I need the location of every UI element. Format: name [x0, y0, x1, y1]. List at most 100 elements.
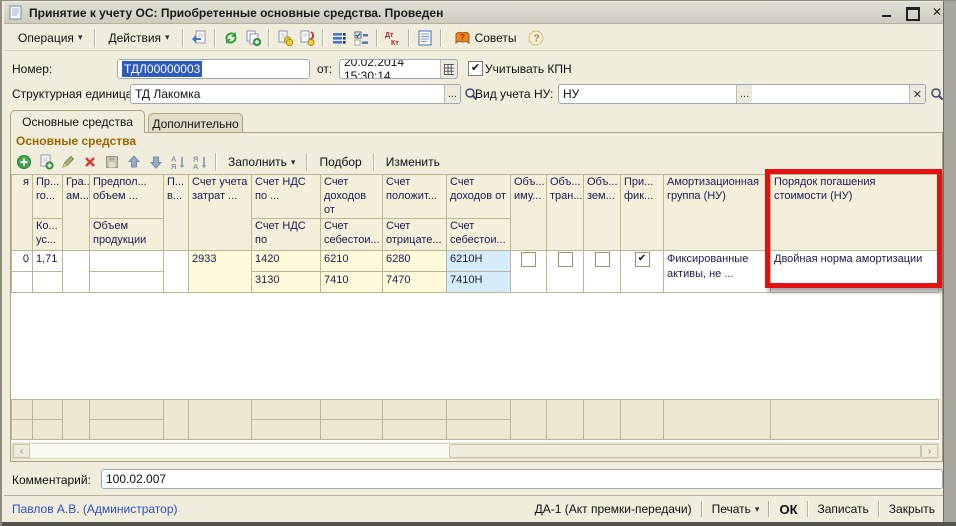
- unit-label: Структурная единица:: [12, 87, 136, 101]
- grid-cell[interactable]: 1,71: [33, 251, 63, 272]
- maximize-button[interactable]: [903, 4, 921, 20]
- header-cell: Объ... иму...: [511, 175, 547, 251]
- grid-cell[interactable]: 0: [12, 251, 33, 272]
- grid-cell[interactable]: [12, 272, 33, 293]
- comment-label: Комментарий:: [12, 473, 91, 487]
- main-toolbar: Операция▾ Действия▾: [4, 25, 946, 51]
- sort-asc-icon[interactable]: АЯ: [168, 152, 188, 172]
- comment-input[interactable]: 100.02.007: [101, 469, 943, 489]
- grid-cell[interactable]: [33, 272, 63, 293]
- scrollbar-thumb[interactable]: [449, 444, 921, 458]
- write-close-icon[interactable]: [189, 28, 209, 48]
- copy-row-icon[interactable]: [36, 152, 56, 172]
- dt-kt-icon[interactable]: ДтКт: [383, 28, 403, 48]
- scroll-right-icon: ›: [928, 446, 931, 457]
- fixed-assets-grid[interactable]: я Пр... го... Гра... ам... Предпол... об…: [11, 174, 940, 442]
- ok-button[interactable]: ОК: [770, 502, 806, 517]
- privileged-checkbox[interactable]: ✔: [635, 252, 650, 267]
- set-marks-icon[interactable]: [351, 28, 371, 48]
- totals-cell: [321, 400, 383, 420]
- totals-cell: [621, 400, 664, 440]
- operation-menu-button[interactable]: Операция▾: [10, 27, 90, 49]
- close-window-button[interactable]: Закрыть: [880, 502, 944, 516]
- header-cell: Счет себестои...: [447, 219, 511, 251]
- delete-row-icon[interactable]: [80, 152, 100, 172]
- help-icon[interactable]: ?: [526, 28, 546, 48]
- footer-buttons: ДА-1 (Акт премки-передачи) Печать▾ ОК За…: [526, 496, 944, 522]
- grid-cell[interactable]: Двойная норма амортизации: [771, 251, 939, 293]
- grid-cell[interactable]: 6210: [321, 251, 383, 272]
- document-movements-icon[interactable]: [329, 28, 349, 48]
- header-cell: Счет учета затрат ...: [189, 175, 252, 251]
- horizontal-scrollbar[interactable]: ‹ ›: [12, 443, 939, 459]
- grid-cell[interactable]: 6280: [383, 251, 447, 272]
- nu-kind-value: НУ: [563, 87, 579, 101]
- minimize-button[interactable]: [878, 4, 896, 20]
- grid-cell[interactable]: [90, 251, 164, 272]
- totals-cell: [383, 400, 447, 420]
- toolbar-separator: [94, 29, 96, 47]
- date-value: 20.02.2014 15:30:14: [344, 59, 440, 79]
- da1-act-button[interactable]: ДА-1 (Акт премки-передачи): [526, 502, 701, 516]
- totals-cell: [90, 420, 164, 440]
- toolbar-separator: [322, 29, 324, 47]
- copy-new-icon[interactable]: [243, 28, 263, 48]
- grid-cell[interactable]: 7470: [383, 272, 447, 293]
- grid-cell[interactable]: 6210Н: [447, 251, 511, 272]
- number-input[interactable]: ТДЛ00000003: [117, 59, 310, 79]
- number-value: ТДЛ00000003: [122, 61, 202, 77]
- kpn-checkbox[interactable]: ✔: [468, 61, 483, 76]
- transport-object-checkbox[interactable]: [558, 252, 573, 267]
- property-object-checkbox[interactable]: [521, 252, 536, 267]
- land-object-checkbox[interactable]: [595, 252, 610, 267]
- save-button[interactable]: Записать: [809, 502, 878, 516]
- scroll-left-button[interactable]: ‹: [13, 444, 30, 458]
- totals-cell: [164, 400, 189, 440]
- change-button[interactable]: Изменить: [379, 152, 447, 172]
- tab-additional[interactable]: Дополнительно: [148, 113, 243, 133]
- grid-cell[interactable]: 1420: [252, 251, 321, 272]
- refresh-icon[interactable]: [221, 28, 241, 48]
- move-down-icon[interactable]: [146, 152, 166, 172]
- grid-cell[interactable]: 2933: [189, 251, 252, 293]
- header-cell: Счет отрицате...: [383, 219, 447, 251]
- grid-cell[interactable]: [63, 251, 90, 293]
- end-edit-icon[interactable]: [102, 152, 122, 172]
- grid-cell[interactable]: Фиксированные активы, не ...: [664, 251, 771, 293]
- totals-cell: [33, 420, 63, 440]
- move-up-icon[interactable]: [124, 152, 144, 172]
- scroll-right-button[interactable]: ›: [921, 444, 938, 458]
- tab-fixed-assets[interactable]: Основные средства: [10, 110, 145, 133]
- print-menu-button[interactable]: Печать▾: [703, 502, 769, 516]
- svg-text:?: ?: [460, 33, 465, 42]
- grid-cell[interactable]: [164, 251, 189, 293]
- current-user-link[interactable]: Павлов А.В. (Администратор): [12, 502, 178, 516]
- totals-cell: [447, 420, 511, 440]
- grid-cell[interactable]: 7410: [321, 272, 383, 293]
- nu-kind-input[interactable]: НУ ... ✕: [558, 84, 926, 104]
- unpost-document-icon[interactable]: [297, 28, 317, 48]
- totals-cell: [252, 420, 321, 440]
- grid-cell[interactable]: 7410Н: [447, 272, 511, 293]
- fill-menu-button[interactable]: Заполнить▾: [221, 152, 302, 172]
- nu-clear-button[interactable]: ✕: [909, 85, 925, 103]
- grid-cell[interactable]: [90, 272, 164, 293]
- document-icon: [9, 5, 23, 20]
- window-title: Принятие к учету ОС: Приобретенные основ…: [29, 6, 443, 20]
- post-document-icon[interactable]: [275, 28, 295, 48]
- unit-select-button[interactable]: ...: [444, 85, 460, 103]
- sort-desc-icon[interactable]: ЯА: [190, 152, 210, 172]
- journal-icon[interactable]: [415, 28, 435, 48]
- nu-select-button[interactable]: ...: [736, 85, 752, 103]
- calendar-button[interactable]: [440, 60, 457, 78]
- date-input[interactable]: 20.02.2014 15:30:14: [339, 59, 458, 79]
- grid-cell[interactable]: 3130: [252, 272, 321, 293]
- edit-row-icon[interactable]: [58, 152, 78, 172]
- actions-menu-button[interactable]: Действия▾: [100, 27, 177, 49]
- add-row-icon[interactable]: [14, 152, 34, 172]
- header-cell: П... в...: [164, 175, 189, 251]
- advices-button[interactable]: ? Советы: [446, 26, 525, 50]
- unit-input[interactable]: ТД Лакомка ...: [130, 84, 461, 104]
- pick-button[interactable]: Подбор: [312, 152, 368, 172]
- toolbar-separator: [182, 29, 184, 47]
